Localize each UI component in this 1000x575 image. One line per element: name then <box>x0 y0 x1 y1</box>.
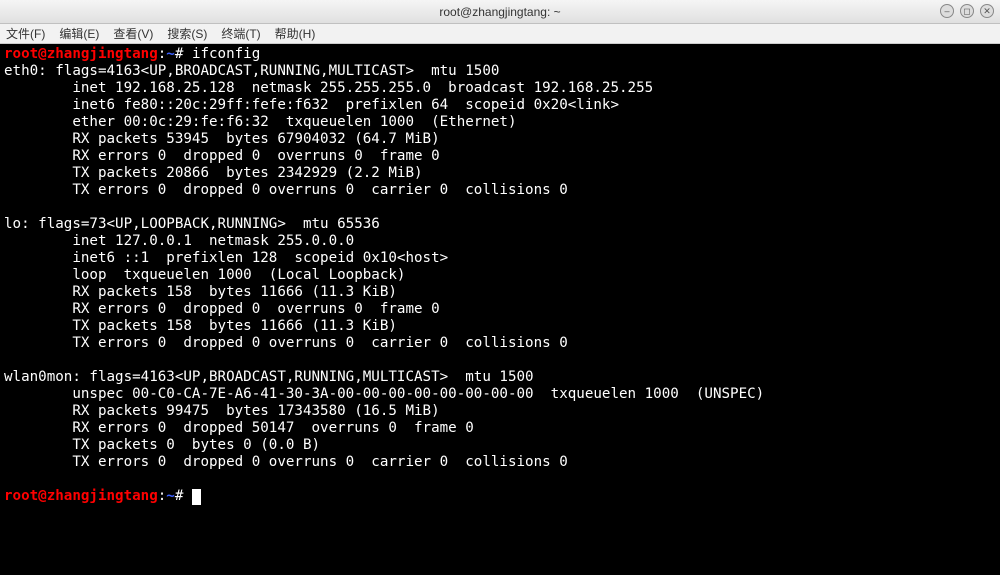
menu-edit[interactable]: 编辑(E) <box>59 25 99 42</box>
output-line: TX packets 158 bytes 11666 (11.3 KiB) <box>4 318 397 334</box>
prompt-userhost: root@zhangjingtang <box>4 488 158 504</box>
titlebar: root@zhangjingtang: ~ – ◻ ✕ <box>0 0 1000 24</box>
output-line: RX packets 99475 bytes 17343580 (16.5 Mi… <box>4 403 440 419</box>
output-line: inet 127.0.0.1 netmask 255.0.0.0 <box>4 233 354 249</box>
prompt-path: ~ <box>166 46 175 62</box>
output-line: RX packets 158 bytes 11666 (11.3 KiB) <box>4 284 397 300</box>
output-line: TX errors 0 dropped 0 overruns 0 carrier… <box>4 454 568 470</box>
prompt-sep: : <box>158 488 167 504</box>
prompt-sep: : <box>158 46 167 62</box>
output-line: RX errors 0 dropped 0 overruns 0 frame 0 <box>4 301 440 317</box>
output-line: ether 00:0c:29:fe:f6:32 txqueuelen 1000 … <box>4 114 517 130</box>
terminal-area[interactable]: root@zhangjingtang:~# ifconfig eth0: fla… <box>0 44 1000 575</box>
output-line: inet 192.168.25.128 netmask 255.255.255.… <box>4 80 653 96</box>
output-line: inet6 fe80::20c:29ff:fefe:f632 prefixlen… <box>4 97 619 113</box>
close-button[interactable]: ✕ <box>980 4 994 18</box>
prompt-path: ~ <box>166 488 175 504</box>
output-line: inet6 ::1 prefixlen 128 scopeid 0x10<hos… <box>4 250 448 266</box>
prompt-hash: # <box>175 488 184 504</box>
command-text: ifconfig <box>192 46 260 62</box>
output-line: TX errors 0 dropped 0 overruns 0 carrier… <box>4 335 568 351</box>
menu-help[interactable]: 帮助(H) <box>275 25 316 42</box>
prompt-hash: # <box>175 46 184 62</box>
menu-terminal[interactable]: 终端(T) <box>221 25 260 42</box>
menu-search[interactable]: 搜索(S) <box>167 25 207 42</box>
output-line: TX errors 0 dropped 0 overruns 0 carrier… <box>4 182 568 198</box>
output-line: TX packets 20866 bytes 2342929 (2.2 MiB) <box>4 165 423 181</box>
output-line: RX errors 0 dropped 50147 overruns 0 fra… <box>4 420 474 436</box>
prompt-userhost: root@zhangjingtang <box>4 46 158 62</box>
output-line: eth0: flags=4163<UP,BROADCAST,RUNNING,MU… <box>4 63 499 79</box>
maximize-button[interactable]: ◻ <box>960 4 974 18</box>
output-line: lo: flags=73<UP,LOOPBACK,RUNNING> mtu 65… <box>4 216 380 232</box>
cursor-icon <box>192 489 201 505</box>
output-line: unspec 00-C0-CA-7E-A6-41-30-3A-00-00-00-… <box>4 386 764 402</box>
window-title: root@zhangjingtang: ~ <box>439 5 560 19</box>
output-line: TX packets 0 bytes 0 (0.0 B) <box>4 437 320 453</box>
output-line: wlan0mon: flags=4163<UP,BROADCAST,RUNNIN… <box>4 369 534 385</box>
menu-view[interactable]: 查看(V) <box>113 25 153 42</box>
window-controls: – ◻ ✕ <box>940 4 994 18</box>
output-line: RX packets 53945 bytes 67904032 (64.7 Mi… <box>4 131 440 147</box>
output-line: loop txqueuelen 1000 (Local Loopback) <box>4 267 405 283</box>
output-line: RX errors 0 dropped 0 overruns 0 frame 0 <box>4 148 440 164</box>
minimize-button[interactable]: – <box>940 4 954 18</box>
menubar: 文件(F) 编辑(E) 查看(V) 搜索(S) 终端(T) 帮助(H) <box>0 24 1000 44</box>
menu-file[interactable]: 文件(F) <box>6 25 45 42</box>
